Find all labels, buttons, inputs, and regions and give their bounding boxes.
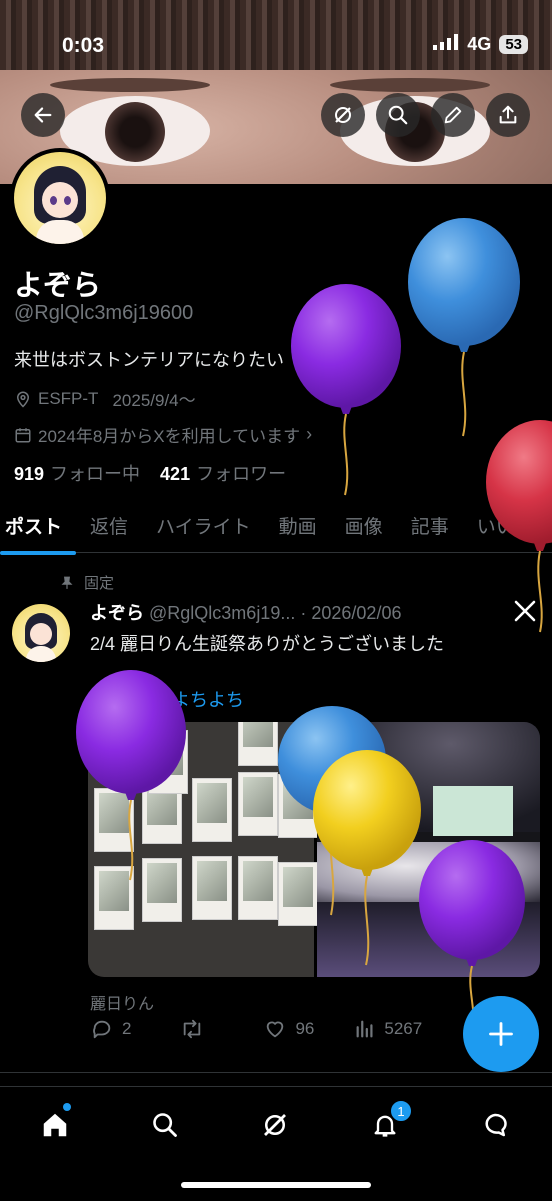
nav-home[interactable]: [35, 1103, 75, 1145]
balloon-yellow-media: [313, 750, 421, 966]
balloon-purple-profile: [291, 284, 401, 496]
plus-icon: [489, 1022, 513, 1046]
balloon-blue-top: [408, 218, 520, 437]
nav-notifications[interactable]: 1: [365, 1099, 413, 1145]
message-icon: [485, 1113, 507, 1137]
nav-search[interactable]: [145, 1105, 185, 1145]
balloon-purple-post: [76, 670, 186, 881]
home-indicator: [181, 1182, 371, 1188]
balloon-red-right: [486, 420, 552, 633]
nav-grok[interactable]: [255, 1105, 295, 1145]
notification-badge: 1: [389, 1099, 413, 1123]
nav-messages[interactable]: [475, 1105, 515, 1145]
balloons-overlay: [76, 218, 552, 1041]
search-icon: [153, 1113, 177, 1137]
home-icon: [43, 1113, 67, 1137]
compose-button[interactable]: [463, 996, 539, 1072]
grok-icon: [264, 1114, 286, 1136]
home-new-dot: [63, 1103, 71, 1111]
